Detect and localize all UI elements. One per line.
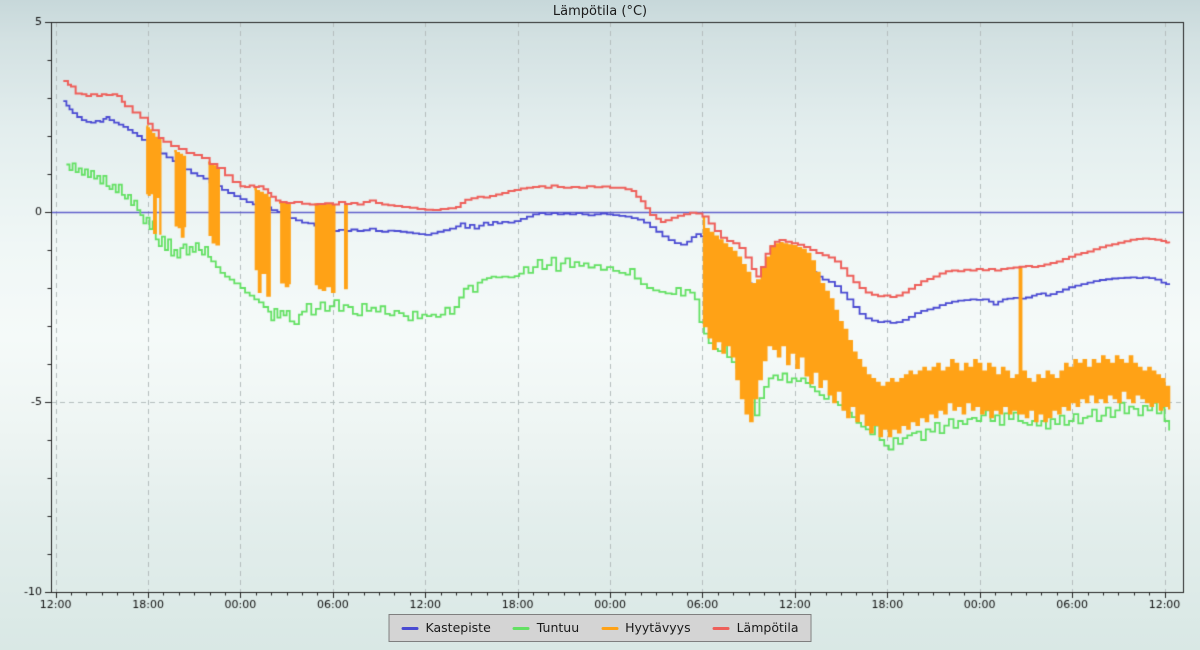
hyytavyys-line-swatch-icon [601,627,618,630]
legend-label-kastepiste: Kastepiste [426,622,491,635]
chart-canvas [0,0,1200,650]
legend-item-kastepiste: Kastepiste [402,622,491,635]
kastepiste-line-swatch-icon [402,627,419,630]
legend-label-lampotila: Lämpötila [737,622,799,635]
legend-item-lampotila: Lämpötila [713,622,799,635]
legend-item-hyytavyys: Hyytävyys [601,622,690,635]
legend-label-tuntuu: Tuntuu [537,622,579,635]
legend-item-tuntuu: Tuntuu [513,622,579,635]
lampotila-line-swatch-icon [713,627,730,630]
chart-legend: Kastepiste Tuntuu Hyytävyys Lämpötila [389,614,812,642]
tuntuu-line-swatch-icon [513,627,530,630]
legend-label-hyytavyys: Hyytävyys [625,622,690,635]
temperature-chart: Lämpötila (°C) Kastepiste Tuntuu Hyytävy… [0,0,1200,650]
